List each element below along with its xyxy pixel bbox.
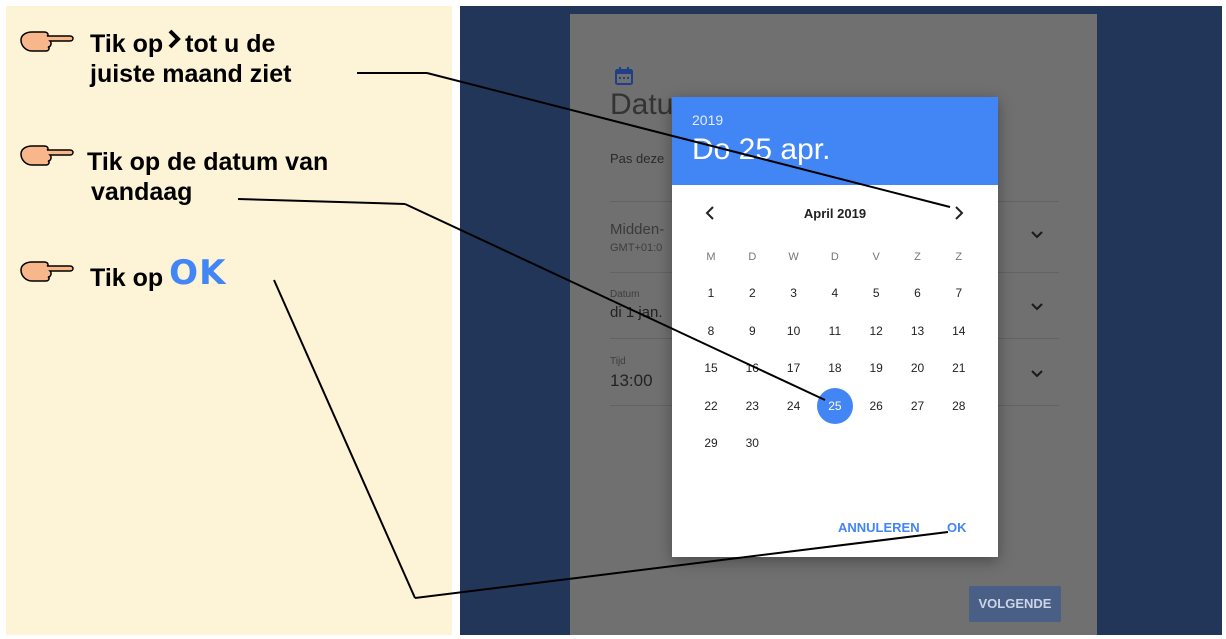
weekday-label: W xyxy=(788,251,799,263)
pointing-hand-icon xyxy=(20,145,74,166)
calendar-day[interactable]: 30 xyxy=(734,425,770,461)
pointing-hand-icon xyxy=(20,261,74,282)
calendar-day[interactable]: 17 xyxy=(776,350,812,386)
calendar-day[interactable]: 4 xyxy=(817,275,853,311)
ok-button[interactable]: OK xyxy=(947,520,967,535)
instruction-text: tot u de xyxy=(185,30,276,58)
weekday-label: M xyxy=(706,251,716,263)
calendar-day[interactable]: 26 xyxy=(858,388,894,424)
date-picker-dialog: 2019 Do 25 apr. April 2019 MDWDVZZ 12345… xyxy=(672,97,998,557)
cancel-button[interactable]: ANNULEREN xyxy=(838,520,920,535)
ok-label-image: OK xyxy=(169,253,227,293)
calendar-day[interactable]: 24 xyxy=(776,388,812,424)
instruction-panel xyxy=(6,6,452,635)
calendar-day[interactable]: 7 xyxy=(941,275,977,311)
timezone-offset: GMT+01:0 xyxy=(610,242,663,254)
calendar-day[interactable]: 15 xyxy=(693,350,729,386)
calendar-day-selected[interactable]: 25 xyxy=(816,387,853,424)
calendar-day[interactable]: 5 xyxy=(858,275,894,311)
page-title: Datu xyxy=(610,88,674,121)
instruction-text: Tik op xyxy=(90,264,164,292)
weekday-label: V xyxy=(872,251,880,263)
year-selector[interactable]: 2019 xyxy=(692,112,723,128)
calendar-day[interactable]: 14 xyxy=(941,313,977,349)
instruction-text: Tik op xyxy=(90,30,164,58)
pointing-hand-icon xyxy=(20,31,74,52)
date-field[interactable]: di 1 jan. xyxy=(610,304,663,321)
date-picker-header: 2019 Do 25 apr. xyxy=(672,97,998,185)
selected-date-display: Do 25 apr. xyxy=(692,133,831,166)
chevron-down-icon[interactable] xyxy=(1030,230,1044,240)
instruction-step-3: Tik op OK xyxy=(90,256,226,293)
calendar-day[interactable]: 2 xyxy=(734,275,770,311)
instruction-text: Tik op de datum van xyxy=(87,148,329,176)
instruction-step-1: Tik op tot u de juiste maand ziet xyxy=(90,27,291,89)
calendar-day[interactable]: 29 xyxy=(693,425,729,461)
instruction-text: juiste maand ziet xyxy=(90,60,292,88)
calendar-day[interactable]: 13 xyxy=(900,313,936,349)
chevron-down-icon[interactable] xyxy=(1030,369,1044,379)
weekday-label: D xyxy=(748,251,757,263)
calendar-day[interactable]: 18 xyxy=(817,350,853,386)
calendar-day[interactable]: 27 xyxy=(900,388,936,424)
calendar-day[interactable]: 12 xyxy=(858,313,894,349)
calendar-day[interactable]: 1 xyxy=(693,275,729,311)
instruction-step-2: Tik op de datum van vandaag xyxy=(87,147,328,207)
calendar-day[interactable]: 9 xyxy=(734,313,770,349)
calendar-day[interactable]: 21 xyxy=(941,350,977,386)
month-label: April 2019 xyxy=(803,206,867,221)
next-button[interactable]: VOLGENDE xyxy=(969,586,1061,622)
timezone-name[interactable]: Midden- xyxy=(610,221,664,238)
time-field[interactable]: 13:00 xyxy=(610,371,653,391)
chevron-down-icon[interactable] xyxy=(1030,302,1044,312)
calendar-day[interactable]: 8 xyxy=(693,313,729,349)
weekday-label: Z xyxy=(955,251,963,263)
calendar-day[interactable]: 10 xyxy=(776,313,812,349)
calendar-day[interactable]: 28 xyxy=(941,388,977,424)
calendar-day[interactable]: 3 xyxy=(776,275,812,311)
calendar-day[interactable]: 6 xyxy=(900,275,936,311)
next-month-button[interactable] xyxy=(952,205,966,221)
time-label: Tijd xyxy=(610,356,626,367)
calendar-icon xyxy=(615,67,633,85)
calendar-day[interactable]: 23 xyxy=(734,388,770,424)
calendar-day[interactable]: 19 xyxy=(858,350,894,386)
calendar-day[interactable]: 22 xyxy=(693,388,729,424)
page-subtitle: Pas deze xyxy=(610,151,665,166)
instruction-text: vandaag xyxy=(91,178,193,206)
weekday-label: D xyxy=(830,251,839,263)
calendar-day[interactable]: 16 xyxy=(734,350,770,386)
calendar-day[interactable]: 11 xyxy=(817,313,853,349)
calendar-day[interactable]: 20 xyxy=(900,350,936,386)
chevron-right-icon xyxy=(167,27,182,57)
weekday-label: Z xyxy=(914,251,921,263)
date-label: Datum xyxy=(610,289,640,300)
